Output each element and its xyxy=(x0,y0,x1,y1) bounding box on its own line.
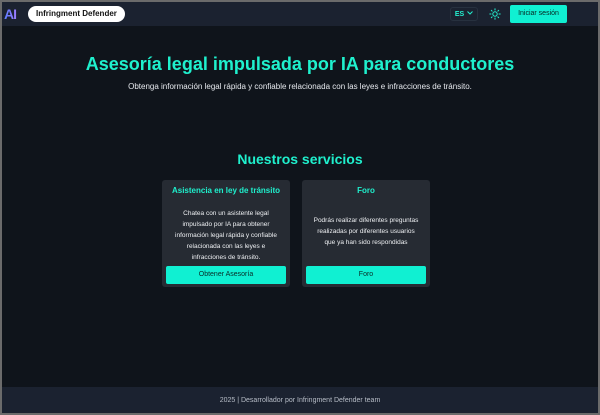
language-label: ES xyxy=(454,10,465,18)
logo-icon: AI xyxy=(4,4,24,24)
brand-name[interactable]: Infringment Defender xyxy=(28,6,125,22)
hero-title: Asesoría legal impulsada por IA para con… xyxy=(85,54,515,74)
services-title: Nuestros servicios xyxy=(237,151,363,167)
forum-button[interactable]: Foro xyxy=(306,266,426,284)
footer: 2025 | Desarrollador por Infringment Def… xyxy=(2,387,598,413)
service-card-legal-assistance: Asistencia en ley de tránsito Chatea con… xyxy=(162,180,290,287)
card-title: Foro xyxy=(357,186,375,195)
card-title: Asistencia en ley de tránsito xyxy=(171,186,281,195)
hero-subtitle: Obtenga información legal rápida y confi… xyxy=(128,82,472,91)
language-selector[interactable]: ES xyxy=(450,7,478,21)
login-button[interactable]: Iniciar sesión xyxy=(510,5,567,23)
chevron-down-icon xyxy=(467,11,474,17)
get-advice-button[interactable]: Obtener Asesoría xyxy=(166,266,286,284)
card-description: Chatea con un asistente legal impulsado … xyxy=(175,210,277,261)
card-description: Podrás realizar diferentes preguntas rea… xyxy=(313,217,419,246)
sun-icon[interactable] xyxy=(488,7,502,21)
navbar: AI Infringment Defender ES Iniciar sesió… xyxy=(2,2,598,26)
brand[interactable]: AI Infringment Defender xyxy=(4,6,125,22)
app-window: AI Infringment Defender ES Iniciar sesió… xyxy=(0,0,600,415)
service-card-forum: Foro Podrás realizar diferentes pregunta… xyxy=(302,180,430,287)
